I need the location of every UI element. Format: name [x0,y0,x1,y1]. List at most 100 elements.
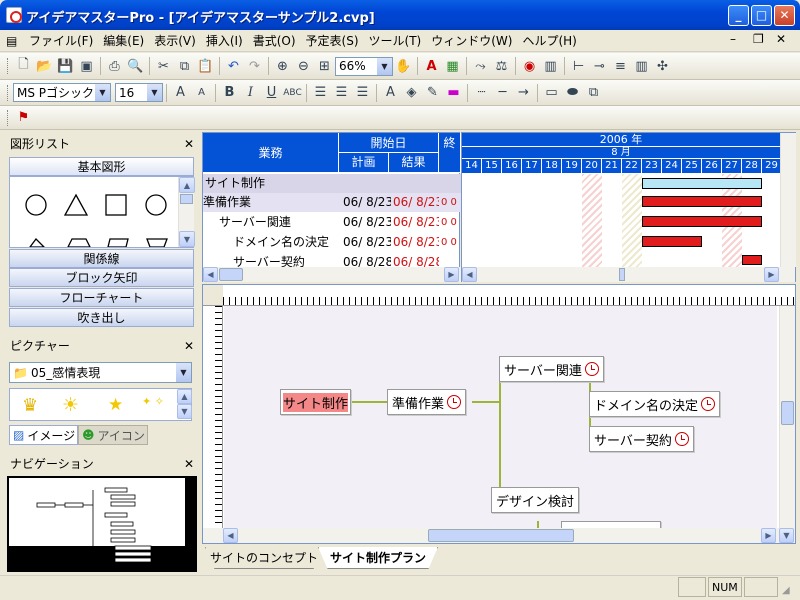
gantt-vscroll[interactable] [780,133,796,267]
node-design[interactable]: デザイン検討 [491,487,580,513]
menu-edit[interactable]: 編集(E) [98,31,149,51]
category-relation-lines[interactable]: 関係線 [9,249,194,268]
scroll-down-icon[interactable]: ▼ [779,528,794,543]
layout-flow-icon[interactable]: ⊸ [589,56,610,76]
scroll-right-icon[interactable]: ▶ [444,267,459,282]
dash-style-icon[interactable]: ┈ [471,83,492,103]
mindmap-hscroll[interactable]: ◀ ▶ ▼ [203,528,795,543]
tab-icon[interactable]: ☻ アイコン [78,425,148,445]
align-center-icon[interactable]: ☰ [331,83,352,103]
shape-style-icon[interactable]: ⬬ [562,83,583,103]
group-icon[interactable]: ⧉ [583,83,604,103]
menu-format[interactable]: 書式(O) [248,31,301,51]
paste-icon[interactable]: 📋 [195,56,216,76]
print-icon[interactable]: ⎙ [104,56,125,76]
gantt-bar-server[interactable] [642,216,762,227]
scroll-thumb[interactable] [219,268,243,281]
scroll-right-icon[interactable]: ▶ [764,267,779,282]
maximize-button[interactable]: □ [751,5,772,26]
zoom-out-icon[interactable]: ⊖ [293,56,314,76]
category-basic-shapes[interactable]: 基本図形 [9,157,194,176]
sheet-tab-concept[interactable]: サイトのコンセプト [205,547,323,569]
doc-minimize-icon[interactable]: – [730,32,736,46]
open-icon[interactable]: 📂 [34,56,55,76]
redo-icon[interactable]: ↷ [244,56,265,76]
menu-file[interactable]: ファイル(F) [24,31,98,51]
font-color-icon[interactable]: A [380,83,401,103]
stamp-icon[interactable]: ⚖ [491,56,512,76]
gantt-bar-contract[interactable] [742,255,762,265]
insert-text-icon[interactable]: A [421,56,442,76]
save-all-icon[interactable]: ▣ [76,56,97,76]
close-icon[interactable]: ✕ [184,457,194,471]
align-left-icon[interactable]: ☰ [310,83,331,103]
col-end-header[interactable]: 終 [439,133,461,173]
menu-schedule[interactable]: 予定表(S) [301,31,364,51]
col-result-header[interactable]: 結果 [389,153,439,173]
col-start-header[interactable]: 開始日 [339,133,439,153]
font-size-select[interactable]: 16 ▼ [115,83,163,102]
node-domain[interactable]: ドメイン名の決定 [589,391,721,417]
connector-icon[interactable]: ⤳ [470,56,491,76]
gantt-bar-site[interactable] [642,178,762,189]
crown-picture[interactable]: ♛ [22,395,38,416]
node-root[interactable]: サイト制作 [280,389,352,415]
underline-icon[interactable]: U [261,83,282,103]
undo-icon[interactable]: ↶ [223,56,244,76]
close-icon[interactable]: ✕ [184,339,194,353]
scroll-thumb[interactable] [428,529,574,542]
menu-help[interactable]: ヘルプ(H) [517,31,581,51]
fill-color-icon[interactable]: ◈ [401,83,422,103]
resize-grip-icon[interactable]: ◢ [782,585,790,596]
category-flowchart[interactable]: フローチャート [9,288,194,307]
line-color-icon[interactable]: ✎ [422,83,443,103]
cut-icon[interactable]: ✂ [153,56,174,76]
tab-image[interactable]: ▨ イメージ [9,425,78,445]
scroll-left-icon[interactable]: ◀ [203,267,218,282]
line-style-icon[interactable]: ▬ [443,83,464,103]
strikethrough-icon[interactable]: ABC [282,83,303,103]
gantt-bar-prep[interactable] [642,196,762,207]
scroll-left-icon[interactable]: ◀ [223,528,238,543]
insert-picture-icon[interactable]: ▦ [442,56,463,76]
mindmap-vscroll[interactable] [779,306,795,528]
layout-tree-icon[interactable]: ⊢ [568,56,589,76]
category-block-arrows[interactable]: ブロック矢印 [9,268,194,287]
picture-scrollbar[interactable]: ▲ ▼ [177,389,192,420]
gantt-bar-domain[interactable] [642,236,702,247]
scroll-left-icon[interactable]: ◀ [462,267,477,282]
shape-scrollbar[interactable]: ▲ ▼ [178,177,195,247]
calendar-icon[interactable]: ▥ [540,56,561,76]
shadow-icon[interactable]: ▭ [541,83,562,103]
align-icon[interactable]: ≡ [610,56,631,76]
grid-icon[interactable]: ✣ [652,56,673,76]
node-contract[interactable]: サーバー契約 [589,426,694,452]
zoom-in-icon[interactable]: ⊕ [272,56,293,76]
scroll-down-icon[interactable]: ▼ [179,231,195,247]
hand-icon[interactable]: ✋ [393,56,414,76]
sheet-tab-plan[interactable]: サイト制作プラン [318,547,438,569]
document-menu-icon[interactable]: ▤ [6,31,24,51]
shape-thumbnails[interactable] [10,177,178,247]
node-server[interactable]: サーバー関連 [499,356,604,382]
col-plan-header[interactable]: 計画 [339,153,389,173]
bold-icon[interactable]: B [219,83,240,103]
search-icon[interactable]: ◉ [519,56,540,76]
menu-window[interactable]: ウィンドウ(W) [426,31,517,51]
scroll-down-icon[interactable]: ▼ [177,404,192,419]
close-icon[interactable]: ✕ [184,137,194,151]
flag-icon[interactable]: ⚑ [13,108,34,128]
scroll-thumb[interactable] [619,268,625,281]
copy-icon[interactable]: ⧉ [174,56,195,76]
picture-category-select[interactable]: 📁 05_感情表現 ▼ [9,362,192,383]
gantt-table-hscroll[interactable]: ◀ ▶ [203,267,461,282]
italic-icon[interactable]: I [240,83,261,103]
zoom-select[interactable]: 66% ▼ [335,56,393,76]
minimize-button[interactable]: _ [728,5,749,26]
navigation-view[interactable] [7,476,197,572]
menu-tools[interactable]: ツール(T) [364,31,427,51]
sparkle-picture[interactable]: ✦ ✧ [142,395,164,408]
doc-restore-icon[interactable]: ❐ [753,32,764,46]
shrink-font-icon[interactable]: A [191,83,212,103]
menu-view[interactable]: 表示(V) [149,31,201,51]
